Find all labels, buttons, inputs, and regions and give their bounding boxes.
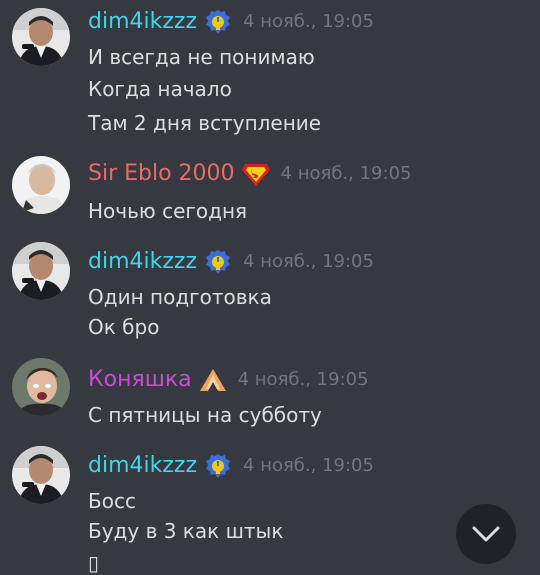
message-text: Там 2 дня вступление [88, 111, 322, 135]
message-header: Коняшка 4 нояб., 19:05 [88, 366, 369, 394]
moderator-badge-icon [203, 249, 233, 275]
chat-messages[interactable]: dim4ikzzz 4 нояб., 19:05 И всегда не пон… [0, 0, 540, 575]
avatar[interactable] [12, 242, 70, 300]
moderator-badge-icon [203, 9, 233, 35]
message-text: С пятницы на субботу [88, 403, 322, 427]
moderator-badge-icon [203, 453, 233, 479]
avatar[interactable] [12, 156, 70, 214]
avatar-image [12, 156, 70, 214]
message-text: Босс [88, 489, 136, 513]
scroll-to-bottom-button[interactable] [456, 504, 516, 564]
apex-badge-icon [198, 367, 228, 393]
message-header: dim4ikzzz 4 нояб., 19:05 [88, 248, 374, 276]
avatar[interactable] [12, 8, 70, 66]
message-text: Один подготовка [88, 285, 272, 309]
username[interactable]: dim4ikzzz [88, 8, 197, 36]
username[interactable]: dim4ikzzz [88, 452, 197, 480]
avatar-image [12, 8, 70, 66]
timestamp: 4 нояб., 19:05 [237, 369, 369, 390]
message-text: Ночью сегодня [88, 199, 248, 223]
avatar[interactable] [12, 446, 70, 504]
message-text: ▯ [88, 551, 100, 575]
message-header: dim4ikzzz 4 нояб., 19:05 [88, 452, 374, 480]
username[interactable]: Sir Eblo 2000 [88, 160, 235, 188]
username[interactable]: dim4ikzzz [88, 248, 197, 276]
username[interactable]: Коняшка [88, 366, 192, 394]
timestamp: 4 нояб., 19:05 [243, 251, 374, 272]
avatar[interactable] [12, 358, 70, 416]
message-text: Когда начало [88, 77, 232, 101]
message-text: Буду в 3 как штык [88, 519, 284, 543]
avatar-image [12, 446, 70, 504]
message-header: dim4ikzzz 4 нояб., 19:05 [88, 8, 374, 36]
message-header: Sir Eblo 2000 4 нояб., 19:05 [88, 160, 411, 188]
chevron-down-icon [472, 526, 500, 542]
timestamp: 4 нояб., 19:05 [243, 455, 374, 476]
avatar-image [12, 242, 70, 300]
superman-badge-icon [241, 161, 271, 187]
timestamp: 4 нояб., 19:05 [280, 163, 412, 184]
message-text: И всегда не понимаю [88, 45, 315, 69]
avatar-image [12, 358, 70, 416]
timestamp: 4 нояб., 19:05 [243, 11, 374, 32]
message-text: Ок бро [88, 315, 160, 339]
